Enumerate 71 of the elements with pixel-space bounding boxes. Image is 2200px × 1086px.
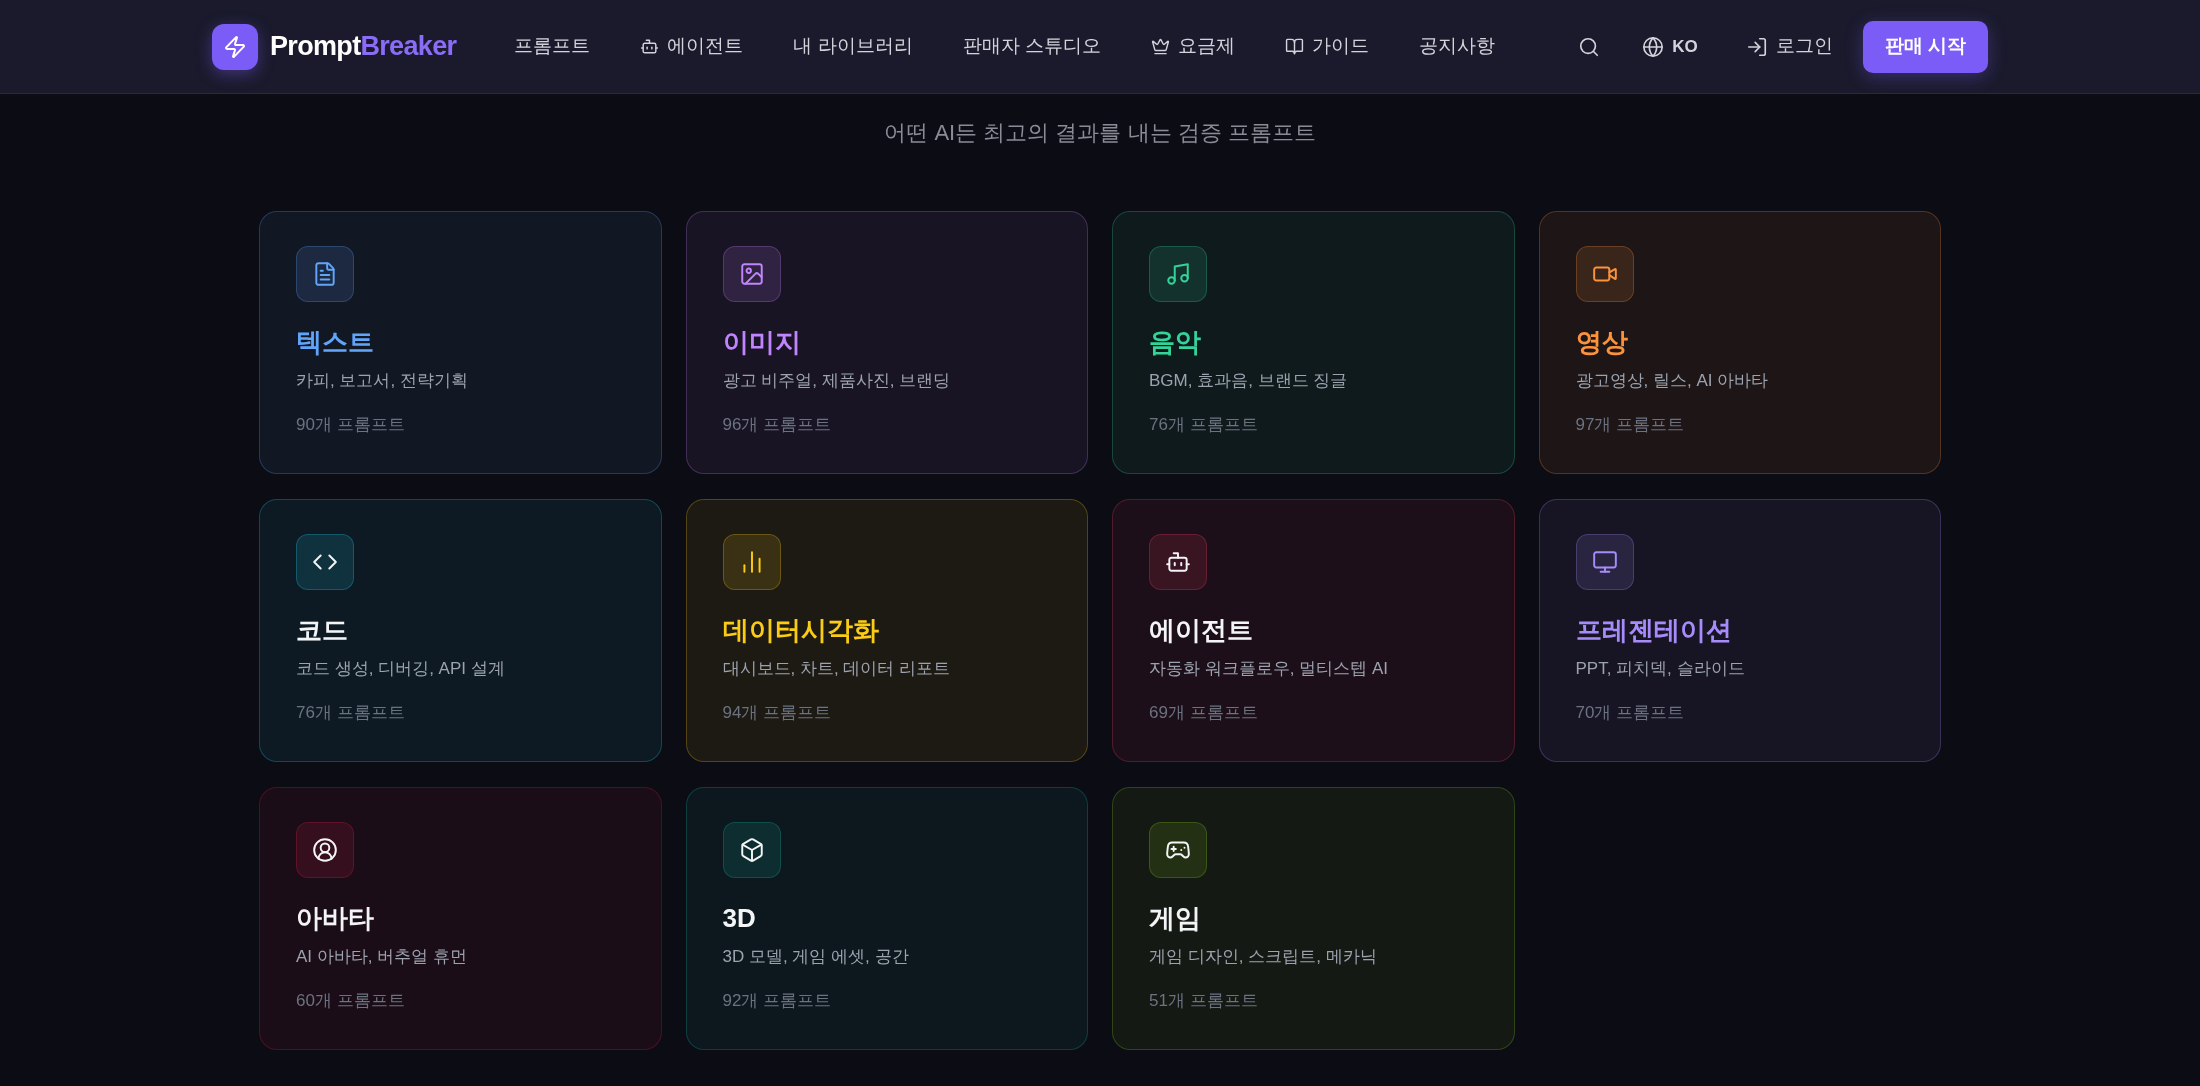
user-circle-icon <box>312 836 338 863</box>
category-description: AI 아바타, 버추얼 휴먼 <box>296 946 468 968</box>
section-subtitle: 어떤 AI든 최고의 결과를 내는 검증 프롬프트 <box>883 119 1317 147</box>
category-description: 대시보드, 차트, 데이터 리포트 <box>722 658 952 680</box>
robot-icon <box>640 37 660 56</box>
nav-link[interactable]: 가이드 <box>1284 32 1369 61</box>
category-title: 영상 <box>1575 325 1629 358</box>
globe-icon <box>1642 35 1665 58</box>
prompt-count: 97개 프롬프트 <box>1575 413 1686 436</box>
prompt-count: 90개 프롬프트 <box>296 413 406 436</box>
nav-link[interactable]: 내 라이브러리 <box>793 32 913 61</box>
crown-icon <box>1150 37 1170 56</box>
language-button[interactable]: KO <box>1642 33 1698 60</box>
category-description: 3D 모델, 게임 에셋, 공간 <box>722 946 910 968</box>
category-description: 광고영상, 릴스, AI 아바타 <box>1575 370 1770 392</box>
category-card[interactable]: 이미지 광고 비주얼, 제품사진, 브랜딩 96개 프롬프트 <box>685 211 1088 474</box>
category-card[interactable]: 텍스트 카피, 보고서, 전략기획 90개 프롬프트 <box>259 211 662 474</box>
category-card[interactable]: 데이터시각화 대시보드, 차트, 데이터 리포트 94개 프롬프트 <box>685 499 1088 762</box>
category-title: 음악 <box>1149 325 1202 358</box>
category-description: 광고 비주얼, 제품사진, 브랜딩 <box>722 370 952 392</box>
search-icon <box>1578 35 1601 58</box>
search-button[interactable] <box>1578 35 1601 58</box>
category-card[interactable]: 게임 게임 디자인, 스크립트, 메카닉 51개 프롬프트 <box>1112 787 1515 1050</box>
book-icon <box>1284 37 1304 56</box>
category-card[interactable]: 음악 BGM, 효과음, 브랜드 징글 76개 프롬프트 <box>1112 211 1515 474</box>
category-title: 이미지 <box>722 325 802 358</box>
prompt-count: 76개 프롬프트 <box>296 701 406 724</box>
prompt-count: 96개 프롬프트 <box>722 413 833 436</box>
category-card[interactable]: 프레젠테이션 PPT, 피치덱, 슬라이드 70개 프롬프트 <box>1538 499 1941 762</box>
category-title: 코드 <box>296 613 349 646</box>
music-note-icon <box>1165 260 1191 287</box>
monitor-icon <box>1591 548 1618 575</box>
login-icon <box>1745 35 1768 58</box>
category-card[interactable]: 3D 3D 모델, 게임 에셋, 공간 92개 프롬프트 <box>685 787 1088 1050</box>
nav-link[interactable]: 판매자 스튜디오 <box>962 32 1101 61</box>
document-icon <box>312 260 338 287</box>
category-description: PPT, 피치덱, 슬라이드 <box>1575 658 1746 680</box>
category-title: 프레젠테이션 <box>1575 613 1733 646</box>
prompt-count: 69개 프롬프트 <box>1149 701 1259 724</box>
nav-link[interactable]: 프롬프트 <box>514 32 591 61</box>
prompt-count: 92개 프롬프트 <box>722 989 833 1012</box>
category-description: 코드 생성, 디버깅, API 설계 <box>296 658 506 680</box>
lightning-icon <box>223 34 247 59</box>
prompt-count: 76개 프롬프트 <box>1149 413 1259 436</box>
category-title: 텍스트 <box>296 325 375 358</box>
logo-text[interactable]: PromptBreaker <box>270 26 457 67</box>
category-card[interactable]: 코드 코드 생성, 디버깅, API 설계 76개 프롬프트 <box>259 499 662 762</box>
category-title: 데이터시각화 <box>722 613 880 646</box>
nav-link[interactable]: 공지사항 <box>1418 32 1495 61</box>
start-selling-button[interactable]: 판매 시작 <box>1862 20 1988 73</box>
category-description: 자동화 워크플로우, 멀티스텝 AI <box>1149 658 1389 680</box>
category-description: BGM, 효과음, 브랜드 징글 <box>1149 370 1349 392</box>
prompt-count: 70개 프롬프트 <box>1575 701 1686 724</box>
category-title: 게임 <box>1149 901 1202 934</box>
category-description: 게임 디자인, 스크립트, 메카닉 <box>1149 946 1378 968</box>
nav-link[interactable]: 요금제 <box>1150 32 1235 61</box>
category-card[interactable]: 에이전트 자동화 워크플로우, 멀티스텝 AI 69개 프롬프트 <box>1112 499 1515 762</box>
category-title: 아바타 <box>296 901 375 934</box>
prompt-count: 51개 프롬프트 <box>1149 989 1259 1012</box>
image-icon <box>738 260 765 287</box>
category-title: 3D <box>722 901 757 934</box>
category-description: 카피, 보고서, 전략기획 <box>296 370 469 392</box>
category-title: 에이전트 <box>1149 613 1254 646</box>
nav-link[interactable]: 에이전트 <box>640 32 744 61</box>
logo-icon[interactable] <box>212 23 258 70</box>
cube-icon <box>738 836 765 863</box>
prompt-count: 60개 프롬프트 <box>296 989 406 1012</box>
prompt-count: 94개 프롬프트 <box>722 701 833 724</box>
login-button[interactable]: 로그인 <box>1745 32 1833 61</box>
category-card[interactable]: 아바타 AI 아바타, 버추얼 휴먼 60개 프롬프트 <box>259 787 662 1050</box>
category-card[interactable]: 영상 광고영상, 릴스, AI 아바타 97개 프롬프트 <box>1538 211 1941 474</box>
